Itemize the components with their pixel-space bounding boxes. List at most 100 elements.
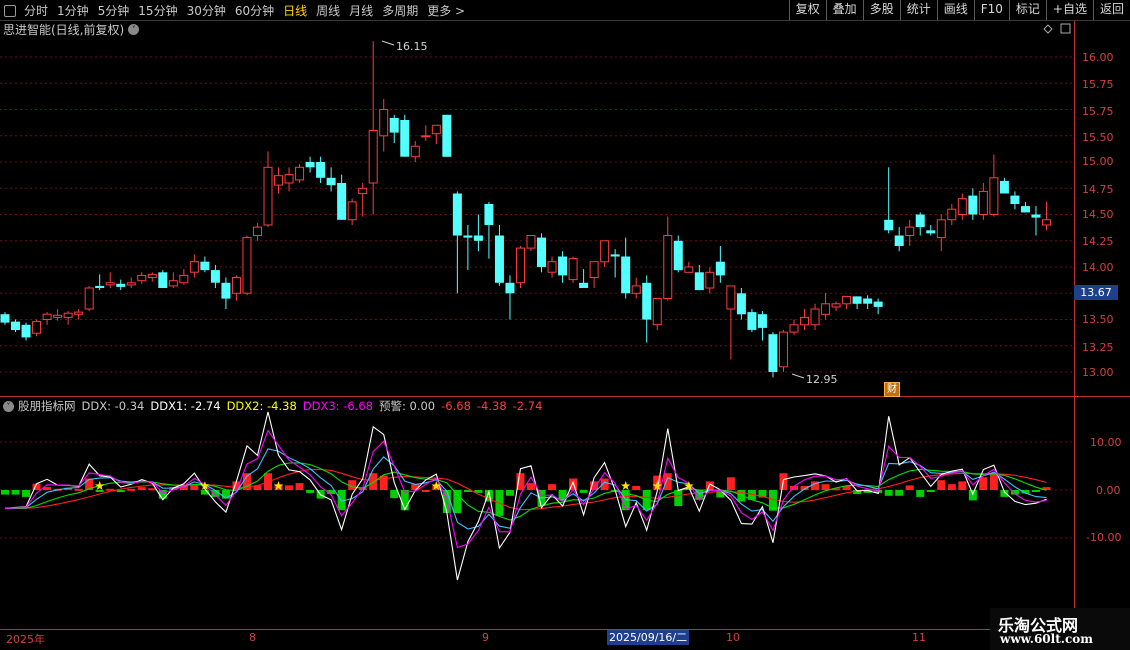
star-icon [273, 481, 284, 490]
panel-icon[interactable] [1060, 23, 1071, 34]
stock-title: 思进智能(日线,前复权) [3, 23, 125, 37]
candle [726, 285, 736, 360]
draw-line-button[interactable]: 画线 [936, 0, 974, 20]
add-watchlist-button[interactable]: +自选 [1045, 0, 1093, 20]
candle [200, 256, 210, 273]
ddx-bar [1010, 490, 1019, 495]
date-month-8: 8 [249, 631, 256, 644]
date-axis: 2025年 8 9 2025/09/16/二 10 11 [0, 630, 1075, 646]
candle [610, 249, 620, 278]
candle [53, 309, 63, 321]
tab-15min[interactable]: 15分钟 [138, 2, 177, 19]
fuquan-button[interactable]: 复权 [788, 0, 826, 20]
tab-1min[interactable]: 1分钟 [57, 2, 89, 19]
watermark-url: www.60lt.com [1000, 632, 1093, 646]
star-icon [684, 481, 694, 490]
ddx3-value: DDX3: -6.68 [302, 399, 373, 413]
ddx-bar [905, 485, 914, 490]
ddx-bar [758, 490, 767, 498]
ddx-bar [874, 490, 883, 493]
candle [694, 264, 704, 291]
ddx-bar [779, 473, 788, 490]
ddx1-line [4, 411, 1047, 581]
candle [410, 141, 420, 162]
candle [736, 288, 746, 320]
candle [189, 254, 199, 278]
ddx-bar [516, 473, 525, 490]
back-button[interactable]: 返回 [1092, 0, 1130, 20]
high-label: 16.15 [396, 40, 428, 53]
candle [663, 216, 673, 301]
ddx-bar [653, 475, 662, 490]
alert-value: 预警: 0.00 [378, 399, 436, 413]
ddx-bar [274, 484, 283, 490]
overlay-button[interactable]: 叠加 [825, 0, 863, 20]
ddx-bar [569, 478, 578, 490]
tab-daily[interactable]: 日线 [283, 2, 307, 19]
y-tick: 15.00 [1082, 155, 1114, 168]
ddx-bar [358, 487, 367, 490]
ddx-bar [505, 490, 514, 496]
ddx-bar [895, 490, 904, 496]
diamond-icon[interactable] [1043, 24, 1053, 34]
candle [242, 235, 252, 296]
ddx-bar [463, 490, 472, 492]
multi-stock-button[interactable]: 多股 [862, 0, 900, 20]
candle [852, 296, 862, 309]
chevron-down-icon[interactable]: ˅ [128, 24, 140, 35]
ddx-bar [43, 487, 52, 490]
candle [558, 251, 568, 283]
ddx-bar [127, 488, 136, 491]
candle [316, 156, 326, 183]
candle [473, 214, 483, 252]
tab-more[interactable]: 更多 > [427, 2, 465, 19]
window-icon[interactable] [4, 4, 16, 17]
stats-button[interactable]: 统计 [899, 0, 937, 20]
candle [452, 191, 462, 294]
mark-button[interactable]: 标记 [1008, 0, 1046, 20]
candle [137, 272, 147, 284]
ddx-bar [790, 486, 798, 490]
tab-weekly[interactable]: 周线 [316, 2, 340, 19]
candle [95, 274, 105, 291]
candle [821, 293, 831, 320]
tab-multi-period[interactable]: 多周期 [382, 2, 418, 19]
finance-tag[interactable]: 财 [884, 382, 900, 397]
selected-date: 2025/09/16/二 [607, 630, 690, 645]
tab-5min[interactable]: 5分钟 [98, 2, 130, 19]
candle [978, 183, 988, 220]
ddx-bar [484, 490, 493, 502]
candle [274, 167, 284, 194]
star-icon [620, 481, 631, 490]
ddx-bar [632, 486, 641, 490]
ddx-bar [726, 477, 735, 490]
candle [947, 204, 957, 225]
ddx-bar [737, 490, 746, 502]
y-tick: 13.25 [1082, 341, 1114, 354]
ddx-bar [979, 477, 988, 490]
f10-button[interactable]: F10 [973, 0, 1009, 20]
candle [1010, 191, 1020, 210]
candle [84, 285, 94, 312]
tab-monthly[interactable]: 月线 [349, 2, 373, 19]
ddx-bar [832, 488, 841, 491]
tab-60min[interactable]: 60分钟 [235, 2, 274, 19]
ddx-bar [179, 486, 188, 490]
candle [684, 261, 694, 273]
candle [42, 312, 52, 325]
ddx-bar [285, 485, 294, 490]
candle [747, 309, 757, 333]
ddx-bar [495, 490, 504, 516]
star-icon [431, 481, 442, 490]
y-tick: 14.00 [1082, 261, 1114, 274]
candle [326, 167, 336, 192]
tab-fenshi[interactable]: 分时 [24, 2, 48, 19]
candle [842, 295, 852, 309]
ddx-bar [369, 473, 378, 490]
tab-30min[interactable]: 30分钟 [187, 2, 226, 19]
chevron-down-icon[interactable]: ˅ [3, 400, 14, 412]
ddx-bar [811, 481, 820, 490]
candle [442, 114, 452, 157]
ddx-line-cyan [4, 448, 1047, 530]
candle [368, 41, 378, 215]
